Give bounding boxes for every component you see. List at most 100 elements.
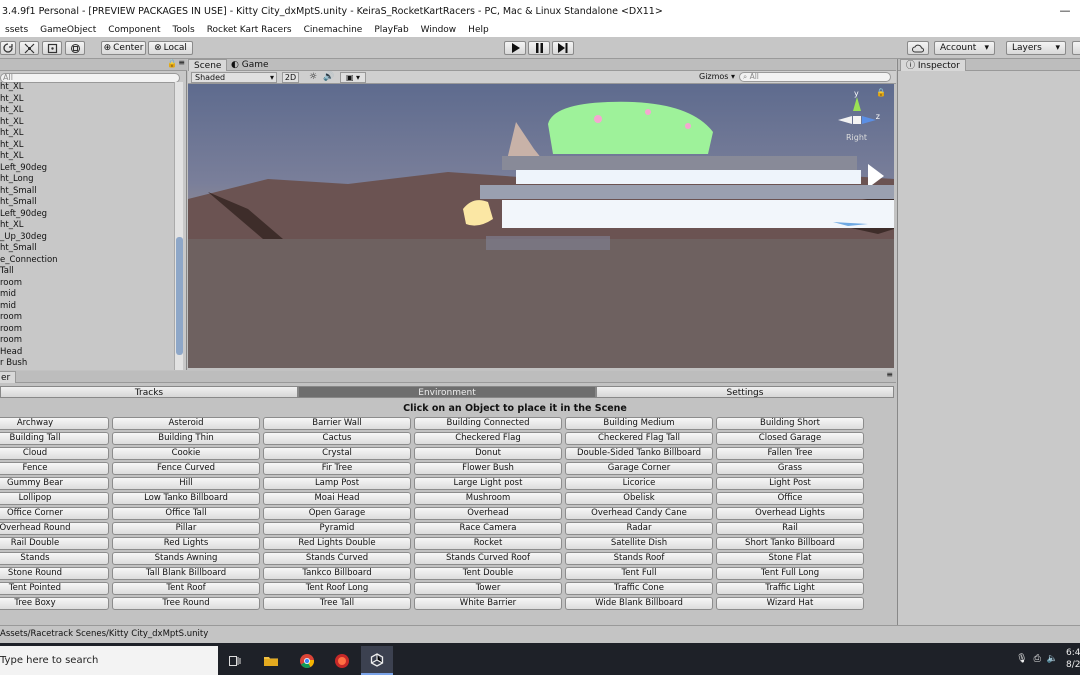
object-button-low-tanko-billboard[interactable]: Low Tanko Billboard [112,492,260,505]
menu-component[interactable]: Component [103,25,167,35]
tab-scene[interactable]: Scene [188,59,228,71]
object-button-grass[interactable]: Grass [716,462,864,475]
rect-tool-icon[interactable] [42,41,62,55]
object-button-mushroom[interactable]: Mushroom [414,492,562,505]
tab-game[interactable]: ◐ Game [226,59,274,71]
object-button-flower-bush[interactable]: Flower Bush [414,462,562,475]
object-button-obelisk[interactable]: Obelisk [565,492,713,505]
object-button-cactus[interactable]: Cactus [263,432,411,445]
tab-placer[interactable]: er [0,371,17,383]
panel-menu-icon[interactable]: ≡ [178,58,185,67]
lock-icon[interactable]: 🔒 [167,59,177,68]
object-button-checkered-flag[interactable]: Checkered Flag [414,432,562,445]
object-button-stands-curved-roof[interactable]: Stands Curved Roof [414,552,562,565]
object-button-wizard-hat[interactable]: Wizard Hat [716,597,864,610]
scale-tool-icon[interactable] [19,41,39,55]
pivot-local-button[interactable]: ⊗ Local [148,41,193,55]
object-button-stands-curved[interactable]: Stands Curved [263,552,411,565]
list-item[interactable]: _Up_30deg [0,232,176,244]
gizmos-dropdown[interactable]: Gizmos ▾ [699,72,737,83]
object-button-tent-roof[interactable]: Tent Roof [112,582,260,595]
list-item[interactable]: ht_XL [0,82,176,94]
object-button-barrier-wall[interactable]: Barrier Wall [263,417,411,430]
transform-tool-icon[interactable] [65,41,85,55]
shading-mode-dropdown[interactable]: Shaded ▾ [191,72,277,83]
scene-search-input[interactable]: ⌕ All [739,72,891,82]
object-button-moai-head[interactable]: Moai Head [263,492,411,505]
object-button-tent-double[interactable]: Tent Double [414,567,562,580]
object-button-stone-round[interactable]: Stone Round [0,567,109,580]
menu-gameobject[interactable]: GameObject [35,25,103,35]
panel-menu-icon[interactable]: ≡ [886,370,893,379]
object-button-stands-awning[interactable]: Stands Awning [112,552,260,565]
collab-cloud-button[interactable] [907,41,929,55]
account-dropdown[interactable]: Account ▾ [934,41,995,55]
chrome-icon[interactable] [291,646,323,675]
audio-toggle-icon[interactable]: 🔊 [322,72,336,83]
effects-dropdown[interactable]: ▣ ▾ [340,72,366,83]
clock[interactable]: 6:4 8/2 [1066,647,1080,671]
object-button-asteroid[interactable]: Asteroid [112,417,260,430]
2d-toggle[interactable]: 2D [282,72,299,83]
list-item[interactable]: room [0,278,176,290]
list-item[interactable]: mid [0,301,176,313]
object-button-stands[interactable]: Stands [0,552,109,565]
list-item[interactable]: Tall [0,266,176,278]
object-button-fallen-tree[interactable]: Fallen Tree [716,447,864,460]
menu-assets[interactable]: ssets [0,25,35,35]
list-item[interactable]: ht_XL [0,105,176,117]
hierarchy-scrollbar[interactable] [174,82,183,370]
object-button-licorice[interactable]: Licorice [565,477,713,490]
volume-icon[interactable]: 🔈 [1047,654,1058,664]
scrollbar-thumb[interactable] [176,237,183,355]
object-button-traffic-cone[interactable]: Traffic Cone [565,582,713,595]
rotate-tool-icon[interactable] [0,41,16,55]
list-item[interactable]: mid [0,289,176,301]
object-button-tower[interactable]: Tower [414,582,562,595]
object-button-overhead-lights[interactable]: Overhead Lights [716,507,864,520]
object-button-pyramid[interactable]: Pyramid [263,522,411,535]
orientation-gizmo[interactable]: y z Right [838,89,888,144]
list-item[interactable]: room [0,335,176,347]
object-button-crystal[interactable]: Crystal [263,447,411,460]
list-item[interactable]: e_Connection [0,255,176,267]
pivot-center-button[interactable]: ⊕ Center [101,41,146,55]
menu-tools[interactable]: Tools [168,25,202,35]
object-button-building-short[interactable]: Building Short [716,417,864,430]
object-button-stands-roof[interactable]: Stands Roof [565,552,713,565]
list-item[interactable]: ht_XL [0,220,176,232]
list-item[interactable]: r Bush [0,358,176,370]
object-button-radar[interactable]: Radar [565,522,713,535]
object-button-double-sided-tanko-billboard[interactable]: Double-Sided Tanko Billboard [565,447,713,460]
step-button[interactable] [552,41,574,55]
browser-app-icon[interactable] [326,646,358,675]
task-view-icon[interactable] [219,646,251,675]
tab-environment[interactable]: Environment [298,386,596,398]
menu-cinemachine[interactable]: Cinemachine [299,25,370,35]
object-button-tree-round[interactable]: Tree Round [112,597,260,610]
object-button-fence[interactable]: Fence [0,462,109,475]
list-item[interactable]: ht_XL [0,117,176,129]
object-button-donut[interactable]: Donut [414,447,562,460]
list-item[interactable]: ht_XL [0,151,176,163]
object-button-closed-garage[interactable]: Closed Garage [716,432,864,445]
object-button-red-lights[interactable]: Red Lights [112,537,260,550]
menu-rocket-kart-racers[interactable]: Rocket Kart Racers [202,25,299,35]
object-button-lamp-post[interactable]: Lamp Post [263,477,411,490]
object-button-light-post[interactable]: Light Post [716,477,864,490]
tab-tracks[interactable]: Tracks [0,386,298,398]
object-button-office-corner[interactable]: Office Corner [0,507,109,520]
taskbar-search-input[interactable]: Type here to search [0,646,218,675]
lighting-toggle-icon[interactable]: ☼ [306,72,320,83]
object-button-overhead[interactable]: Overhead [414,507,562,520]
object-button-tent-full[interactable]: Tent Full [565,567,713,580]
object-button-red-lights-double[interactable]: Red Lights Double [263,537,411,550]
layout-dropdown[interactable] [1072,41,1080,55]
object-button-checkered-flag-tall[interactable]: Checkered Flag Tall [565,432,713,445]
object-button-race-camera[interactable]: Race Camera [414,522,562,535]
object-button-pillar[interactable]: Pillar [112,522,260,535]
object-button-overhead-candy-cane[interactable]: Overhead Candy Cane [565,507,713,520]
file-explorer-icon[interactable] [255,646,287,675]
object-button-hill[interactable]: Hill [112,477,260,490]
list-item[interactable]: ht_XL [0,128,176,140]
